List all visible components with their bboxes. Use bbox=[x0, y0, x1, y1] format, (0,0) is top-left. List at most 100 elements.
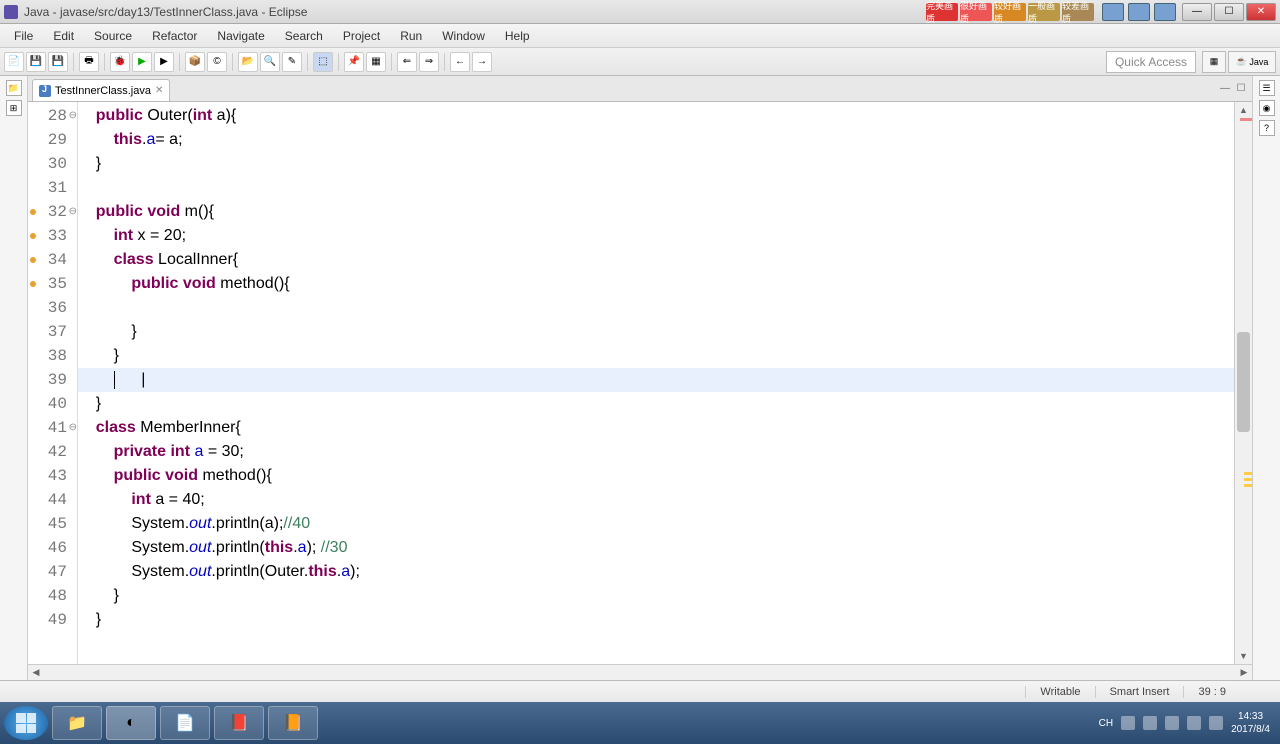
tray-icon[interactable] bbox=[1143, 716, 1157, 730]
code-content[interactable]: public Outer(int a){ this.a= a; } public… bbox=[78, 102, 1234, 664]
close-button[interactable]: ✕ bbox=[1246, 3, 1276, 21]
package-explorer-icon[interactable]: 📁 bbox=[6, 80, 22, 96]
code-line[interactable]: } bbox=[78, 344, 1234, 368]
badge-good[interactable]: 较好画质 bbox=[994, 3, 1026, 21]
tray-ime[interactable]: CH bbox=[1099, 718, 1113, 729]
forward-button[interactable]: → bbox=[472, 52, 492, 72]
menu-navigate[interactable]: Navigate bbox=[207, 27, 274, 45]
new-package-button[interactable]: 📦 bbox=[185, 52, 205, 72]
code-line[interactable]: } bbox=[78, 392, 1234, 416]
tray-network-icon[interactable] bbox=[1187, 716, 1201, 730]
maximize-button[interactable]: ☐ bbox=[1214, 3, 1244, 21]
code-line[interactable]: public void m(){ bbox=[78, 200, 1234, 224]
menu-refactor[interactable]: Refactor bbox=[142, 27, 207, 45]
code-line[interactable]: | bbox=[78, 368, 1234, 392]
code-line[interactable]: System.out.println(a);//40 bbox=[78, 512, 1234, 536]
code-line[interactable]: System.out.println(Outer.this.a); bbox=[78, 560, 1234, 584]
menu-help[interactable]: Help bbox=[495, 27, 540, 45]
tray-volume-icon[interactable] bbox=[1209, 716, 1223, 730]
tray-icon[interactable] bbox=[1121, 716, 1135, 730]
taskbar-powerpoint[interactable]: 📙 bbox=[268, 706, 318, 740]
horizontal-scrollbar[interactable]: ◀ ▶ bbox=[28, 664, 1252, 680]
taskbar-eclipse[interactable]: ◐ bbox=[106, 706, 156, 740]
code-line[interactable]: public void method(){ bbox=[78, 272, 1234, 296]
code-line[interactable]: private int a = 30; bbox=[78, 440, 1234, 464]
open-perspective-button[interactable]: ▦ bbox=[1202, 51, 1226, 73]
menu-project[interactable]: Project bbox=[333, 27, 390, 45]
scroll-down-arrow[interactable]: ▼ bbox=[1235, 648, 1252, 664]
hierarchy-icon[interactable]: ⊞ bbox=[6, 100, 22, 116]
run-button[interactable]: ▶ bbox=[132, 52, 152, 72]
tray-clock[interactable]: 14:33 2017/8/4 bbox=[1231, 710, 1270, 736]
code-line[interactable]: this.a= a; bbox=[78, 128, 1234, 152]
start-button[interactable] bbox=[4, 706, 48, 740]
save-button[interactable]: 💾 bbox=[26, 52, 46, 72]
tool-icon-2[interactable] bbox=[1128, 3, 1150, 21]
print-button[interactable]: 🖶 bbox=[79, 52, 99, 72]
overview-marker bbox=[1244, 472, 1252, 475]
scroll-right-arrow[interactable]: ▶ bbox=[1236, 665, 1252, 680]
code-line[interactable] bbox=[78, 176, 1234, 200]
code-line[interactable]: } bbox=[78, 152, 1234, 176]
menu-run[interactable]: Run bbox=[390, 27, 432, 45]
code-line[interactable]: System.out.println(this.a); //30 bbox=[78, 536, 1234, 560]
tool-icon-3[interactable] bbox=[1154, 3, 1176, 21]
taskbar-notepad[interactable]: 📄 bbox=[160, 706, 210, 740]
toggle-breadcrumb-button[interactable]: ⬚ bbox=[313, 52, 333, 72]
code-line[interactable]: public Outer(int a){ bbox=[78, 104, 1234, 128]
code-editor[interactable]: 2829303132333435363738394041424344454647… bbox=[28, 102, 1252, 664]
tool-icon-1[interactable] bbox=[1102, 3, 1124, 21]
code-line[interactable]: } bbox=[78, 320, 1234, 344]
quick-access-input[interactable]: Quick Access bbox=[1106, 51, 1196, 73]
back-button[interactable]: ← bbox=[450, 52, 470, 72]
tray-icon[interactable] bbox=[1165, 716, 1179, 730]
tab-close-icon[interactable]: ✕ bbox=[155, 85, 163, 96]
save-all-button[interactable]: 💾 bbox=[48, 52, 68, 72]
minimize-button[interactable]: — bbox=[1182, 3, 1212, 21]
code-line[interactable] bbox=[78, 296, 1234, 320]
java-perspective-button[interactable]: ☕ Java bbox=[1228, 51, 1276, 73]
search-button[interactable]: 🔍 bbox=[260, 52, 280, 72]
menu-edit[interactable]: Edit bbox=[43, 27, 84, 45]
new-button[interactable]: 📄 bbox=[4, 52, 24, 72]
scroll-left-arrow[interactable]: ◀ bbox=[28, 665, 44, 680]
code-line[interactable]: } bbox=[78, 608, 1234, 632]
badge-perfect[interactable]: 完美画质 bbox=[926, 3, 958, 21]
scroll-thumb[interactable] bbox=[1237, 332, 1250, 432]
badge-normal[interactable]: 一般画质 bbox=[1028, 3, 1060, 21]
prev-annotation-button[interactable]: ⇐ bbox=[397, 52, 417, 72]
quality-badges: 完美画质 很好画质 较好画质 一般画质 较差画质 bbox=[926, 3, 1094, 21]
minimize-view-button[interactable]: — bbox=[1218, 82, 1232, 96]
scroll-up-arrow[interactable]: ▲ bbox=[1235, 102, 1252, 118]
open-type-button[interactable]: 📂 bbox=[238, 52, 258, 72]
taskbar-explorer[interactable]: 📁 bbox=[52, 706, 102, 740]
run-last-button[interactable]: ▶ bbox=[154, 52, 174, 72]
code-line[interactable]: public void method(){ bbox=[78, 464, 1234, 488]
badge-poor[interactable]: 较差画质 bbox=[1062, 3, 1094, 21]
vertical-scrollbar[interactable]: ▲ ▼ bbox=[1234, 102, 1252, 664]
next-annotation-button[interactable]: ⇒ bbox=[419, 52, 439, 72]
menu-search[interactable]: Search bbox=[275, 27, 333, 45]
debug-button[interactable]: 🐞 bbox=[110, 52, 130, 72]
code-line[interactable]: } bbox=[78, 584, 1234, 608]
menu-file[interactable]: File bbox=[4, 27, 43, 45]
taskbar-pdf[interactable]: 📕 bbox=[214, 706, 264, 740]
overview-marker bbox=[1244, 478, 1252, 481]
code-line[interactable]: class LocalInner{ bbox=[78, 248, 1234, 272]
outline-icon[interactable]: ◉ bbox=[1259, 100, 1275, 116]
code-line[interactable]: int x = 20; bbox=[78, 224, 1234, 248]
pin-button[interactable]: 📌 bbox=[344, 52, 364, 72]
help-icon[interactable]: ? bbox=[1259, 120, 1275, 136]
line-number: 32 bbox=[28, 200, 77, 224]
menu-window[interactable]: Window bbox=[432, 27, 495, 45]
toggle-mark-button[interactable]: ✎ bbox=[282, 52, 302, 72]
toggle-block-button[interactable]: ▦ bbox=[366, 52, 386, 72]
code-line[interactable]: class MemberInner{ bbox=[78, 416, 1234, 440]
new-class-button[interactable]: © bbox=[207, 52, 227, 72]
badge-verygood[interactable]: 很好画质 bbox=[960, 3, 992, 21]
code-line[interactable]: int a = 40; bbox=[78, 488, 1234, 512]
menu-source[interactable]: Source bbox=[84, 27, 142, 45]
maximize-view-button[interactable]: ☐ bbox=[1234, 82, 1248, 96]
task-list-icon[interactable]: ☰ bbox=[1259, 80, 1275, 96]
editor-tab[interactable]: TestInnerClass.java ✕ bbox=[32, 79, 170, 101]
